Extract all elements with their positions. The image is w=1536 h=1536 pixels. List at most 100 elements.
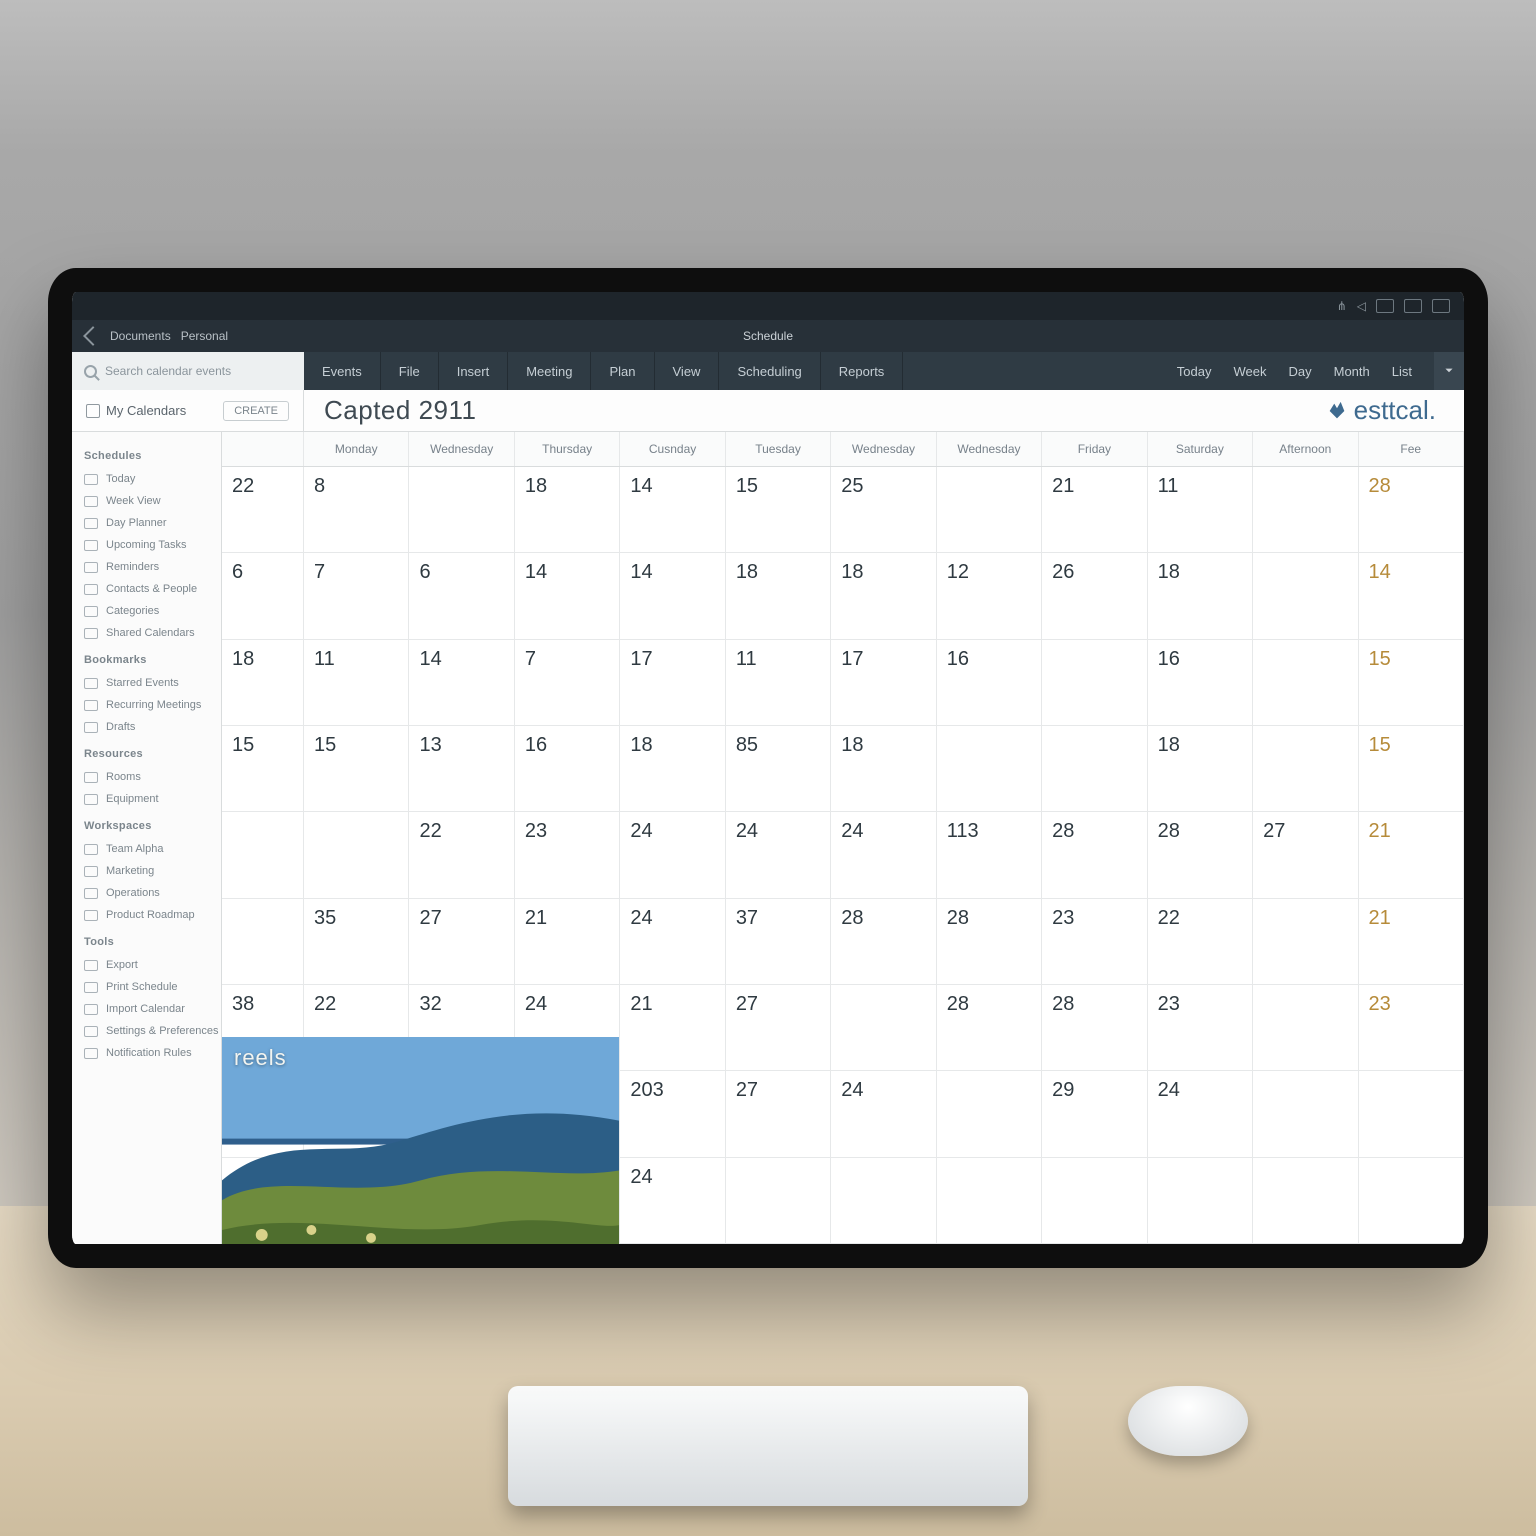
calendar-cell[interactable]: 15 xyxy=(726,467,831,553)
sidebar-item[interactable]: Product Roadmap xyxy=(72,904,221,926)
calendar-cell[interactable] xyxy=(1253,553,1358,639)
sidebar-item[interactable]: Print Schedule xyxy=(72,976,221,998)
calendar-cell[interactable]: 14 xyxy=(620,553,725,639)
calendar-cell[interactable]: 26 xyxy=(1042,553,1147,639)
calendar-cell[interactable]: 28 xyxy=(1042,812,1147,898)
calendar-cell[interactable] xyxy=(222,899,304,985)
view-switch-today[interactable]: Today xyxy=(1177,364,1212,379)
calendar-cell[interactable]: 21 xyxy=(1359,812,1464,898)
calendar-cell[interactable]: 24 xyxy=(620,899,725,985)
sidebar-item[interactable]: Settings & Preferences xyxy=(72,1020,221,1042)
calendar-cell[interactable] xyxy=(1042,726,1147,812)
calendar-cell[interactable] xyxy=(1042,640,1147,726)
sidebar-item[interactable]: Import Calendar xyxy=(72,998,221,1020)
calendar-cell[interactable]: 28 xyxy=(1148,812,1253,898)
calendar-cell[interactable]: 8 xyxy=(304,467,409,553)
calendar-cell[interactable]: 18 xyxy=(831,553,936,639)
sidebar-item[interactable]: Export xyxy=(72,954,221,976)
calendar-cell[interactable] xyxy=(1253,1158,1358,1244)
calendar-cell[interactable]: 27 xyxy=(1253,812,1358,898)
calendar-cell[interactable]: 21 xyxy=(1042,467,1147,553)
calendar-cell[interactable]: 23 xyxy=(1359,985,1464,1071)
calendar-cell[interactable]: 28 xyxy=(937,985,1042,1071)
sidebar-item[interactable]: Categories xyxy=(72,600,221,622)
calendar-cell[interactable]: 22 xyxy=(409,812,514,898)
sidebar-item[interactable]: Reminders xyxy=(72,556,221,578)
calendar-cell[interactable]: 14 xyxy=(515,553,620,639)
calendar-cell[interactable] xyxy=(937,1158,1042,1244)
calendar-cell[interactable] xyxy=(1253,985,1358,1071)
featured-image[interactable]: reels xyxy=(222,1037,620,1244)
calendar-cell[interactable] xyxy=(831,1158,936,1244)
calendar-cell[interactable]: 28 xyxy=(1359,467,1464,553)
calendar-cell[interactable] xyxy=(1253,726,1358,812)
calendar-cell[interactable] xyxy=(937,467,1042,553)
calendar-cell[interactable]: 28 xyxy=(937,899,1042,985)
calendar-cell[interactable]: 17 xyxy=(831,640,936,726)
calendar-cell[interactable]: 6 xyxy=(222,553,304,639)
sidebar-item[interactable]: Contacts & People xyxy=(72,578,221,600)
calendar-cell[interactable]: 85 xyxy=(726,726,831,812)
calendar-cell[interactable]: 22 xyxy=(222,467,304,553)
calendar-cell[interactable] xyxy=(409,467,514,553)
sidebar-item[interactable]: Operations xyxy=(72,882,221,904)
sidebar-item[interactable]: Day Planner xyxy=(72,512,221,534)
calendar-cell[interactable] xyxy=(1359,1071,1464,1157)
calendar-cell[interactable]: 16 xyxy=(937,640,1042,726)
sidebar-item[interactable]: Rooms xyxy=(72,766,221,788)
sidebar-item[interactable]: Shared Calendars xyxy=(72,622,221,644)
calendar-cell[interactable]: 13 xyxy=(409,726,514,812)
calendar-cell[interactable]: 23 xyxy=(515,812,620,898)
calendar-cell[interactable]: 18 xyxy=(1148,553,1253,639)
calendar-cell[interactable]: 15 xyxy=(1359,726,1464,812)
sidebar-item[interactable]: Equipment xyxy=(72,788,221,810)
menu-tab-view[interactable]: View xyxy=(655,352,720,390)
calendar-cell[interactable]: 23 xyxy=(1148,985,1253,1071)
calendar-cell[interactable]: 21 xyxy=(515,899,620,985)
calendar-cell[interactable]: 12 xyxy=(937,553,1042,639)
menu-tab-insert[interactable]: Insert xyxy=(439,352,509,390)
calendar-cell[interactable]: 29 xyxy=(1042,1071,1147,1157)
calendar-cell[interactable] xyxy=(1359,1158,1464,1244)
calendar-cell[interactable]: 16 xyxy=(515,726,620,812)
calendar-cell[interactable]: 14 xyxy=(1359,553,1464,639)
calendar-cell[interactable] xyxy=(937,1071,1042,1157)
calendar-cell[interactable] xyxy=(1253,1071,1358,1157)
view-switch-month[interactable]: Month xyxy=(1334,364,1370,379)
calendar-cell[interactable]: 14 xyxy=(620,467,725,553)
calendar-cell[interactable]: 7 xyxy=(515,640,620,726)
menu-overflow-button[interactable] xyxy=(1434,352,1464,390)
calendar-cell[interactable] xyxy=(1253,467,1358,553)
calendar-cell[interactable] xyxy=(1253,640,1358,726)
menu-tab-plan[interactable]: Plan xyxy=(591,352,654,390)
sidebar-item[interactable]: Marketing xyxy=(72,860,221,882)
calendar-cell[interactable]: 203 xyxy=(620,1071,725,1157)
sidebar-item[interactable]: Upcoming Tasks xyxy=(72,534,221,556)
calendar-cell[interactable]: 15 xyxy=(1359,640,1464,726)
sidebar-item[interactable]: Today xyxy=(72,468,221,490)
view-switch-day[interactable]: Day xyxy=(1289,364,1312,379)
calendar-cell[interactable]: 18 xyxy=(620,726,725,812)
calendar-cell[interactable]: 22 xyxy=(1148,899,1253,985)
sidebar-item[interactable]: Notification Rules xyxy=(72,1042,221,1064)
sidebar-item[interactable]: Week View xyxy=(72,490,221,512)
calendar-cell[interactable] xyxy=(937,726,1042,812)
view-switch-week[interactable]: Week xyxy=(1234,364,1267,379)
breadcrumb[interactable]: Personal xyxy=(181,329,228,343)
calendar-cell[interactable]: 21 xyxy=(620,985,725,1071)
calendar-cell[interactable]: 27 xyxy=(726,985,831,1071)
calendar-cell[interactable]: 24 xyxy=(831,1071,936,1157)
calendar-cell[interactable]: 25 xyxy=(831,467,936,553)
calendar-cell[interactable]: 21 xyxy=(1359,899,1464,985)
calendar-cell[interactable]: 24 xyxy=(620,812,725,898)
menu-tab-events[interactable]: Events xyxy=(304,352,381,390)
calendar-cell[interactable]: 18 xyxy=(222,640,304,726)
calendar-cell[interactable]: 113 xyxy=(937,812,1042,898)
sidebar-item[interactable]: Starred Events xyxy=(72,672,221,694)
calendar-cell[interactable]: 18 xyxy=(726,553,831,639)
calendar-cell[interactable]: 14 xyxy=(409,640,514,726)
calendar-cell[interactable]: 24 xyxy=(726,812,831,898)
calendar-cell[interactable]: 15 xyxy=(304,726,409,812)
back-icon[interactable] xyxy=(83,326,103,346)
calendar-cell[interactable]: 6 xyxy=(409,553,514,639)
